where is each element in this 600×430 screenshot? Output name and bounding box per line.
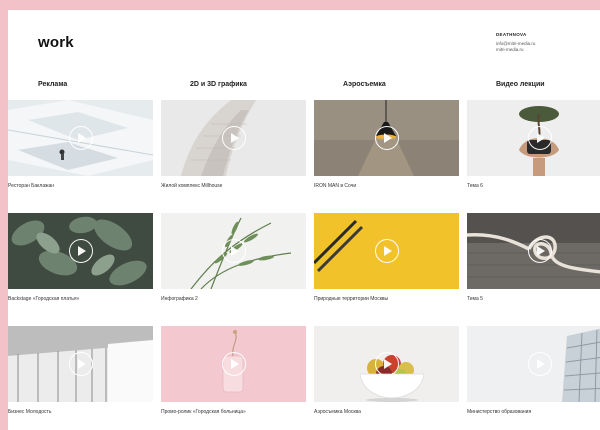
contact-title: DEATHNOVA bbox=[496, 32, 527, 37]
video-card[interactable]: Тема 6 bbox=[467, 100, 600, 198]
play-icon bbox=[231, 246, 239, 256]
play-icon bbox=[537, 359, 545, 369]
video-card[interactable]: Аэросъемка Москва bbox=[314, 326, 459, 424]
play-button[interactable] bbox=[69, 352, 93, 376]
category-header-row: Реклама 2D и 3D графика Аэросъемка Видео… bbox=[8, 81, 600, 93]
video-title[interactable]: Природные территории Москвы bbox=[314, 296, 388, 302]
video-card[interactable]: Министерство образования bbox=[467, 326, 600, 424]
video-title[interactable]: Тема 6 bbox=[467, 183, 483, 189]
play-icon bbox=[231, 359, 239, 369]
video-thumbnail[interactable] bbox=[467, 213, 600, 289]
play-button[interactable] bbox=[69, 126, 93, 150]
video-thumbnail[interactable] bbox=[467, 326, 600, 402]
play-icon bbox=[384, 359, 392, 369]
category-lectures[interactable]: Видео лекции bbox=[496, 81, 545, 88]
play-icon bbox=[384, 246, 392, 256]
play-icon bbox=[231, 133, 239, 143]
video-card[interactable]: Бизнес Молодость bbox=[8, 326, 153, 424]
video-title[interactable]: Промо-ролик «Городская больница» bbox=[161, 409, 246, 415]
contact-block: DEATHNOVA info@mitri-media.ru mitri-medi… bbox=[496, 32, 535, 53]
play-icon bbox=[78, 359, 86, 369]
play-button[interactable] bbox=[222, 126, 246, 150]
video-card[interactable]: IRON MAN в Сочи bbox=[314, 100, 459, 198]
video-title[interactable]: Бизнес Молодость bbox=[8, 409, 51, 415]
play-button[interactable] bbox=[222, 239, 246, 263]
contact-site[interactable]: mitri-media.ru bbox=[496, 47, 535, 53]
play-button[interactable] bbox=[375, 239, 399, 263]
video-title[interactable]: Backstage «Городская платья» bbox=[8, 296, 79, 302]
video-title[interactable]: IRON MAN в Сочи bbox=[314, 183, 356, 189]
category-advertising[interactable]: Реклама bbox=[38, 81, 67, 88]
play-button[interactable] bbox=[528, 352, 552, 376]
video-thumbnail[interactable] bbox=[314, 326, 459, 402]
video-title[interactable]: Ресторан Баклажан bbox=[8, 183, 54, 189]
play-icon bbox=[537, 133, 545, 143]
video-card[interactable]: Тема 5 bbox=[467, 213, 600, 311]
video-thumbnail[interactable] bbox=[8, 326, 153, 402]
video-card[interactable]: Backstage «Городская платья» bbox=[8, 213, 153, 311]
video-thumbnail[interactable] bbox=[8, 100, 153, 176]
play-icon bbox=[78, 133, 86, 143]
video-title[interactable]: Аэросъемка Москва bbox=[314, 409, 361, 415]
video-thumbnail[interactable] bbox=[161, 100, 306, 176]
play-button[interactable] bbox=[375, 126, 399, 150]
video-thumbnail[interactable] bbox=[8, 213, 153, 289]
play-button[interactable] bbox=[375, 352, 399, 376]
video-thumbnail[interactable] bbox=[467, 100, 600, 176]
play-button[interactable] bbox=[69, 239, 93, 263]
category-aerial[interactable]: Аэросъемка bbox=[343, 81, 386, 88]
video-card[interactable]: Жилой комплекс Millhouse bbox=[161, 100, 306, 198]
video-card[interactable]: Промо-ролик «Городская больница» bbox=[161, 326, 306, 424]
video-card[interactable]: Природные территории Москвы bbox=[314, 213, 459, 311]
video-card[interactable]: Ресторан Баклажан bbox=[8, 100, 153, 198]
play-button[interactable] bbox=[528, 239, 552, 263]
video-thumbnail[interactable] bbox=[161, 213, 306, 289]
video-card[interactable]: Инфографика 2 bbox=[161, 213, 306, 311]
video-title[interactable]: Инфографика 2 bbox=[161, 296, 198, 302]
play-icon bbox=[78, 246, 86, 256]
play-icon bbox=[537, 246, 545, 256]
video-thumbnail[interactable] bbox=[161, 326, 306, 402]
play-button[interactable] bbox=[528, 126, 552, 150]
play-icon bbox=[384, 133, 392, 143]
site-logo[interactable]: work bbox=[38, 34, 74, 51]
play-button[interactable] bbox=[222, 352, 246, 376]
video-title[interactable]: Жилой комплекс Millhouse bbox=[161, 183, 222, 189]
video-title[interactable]: Тема 5 bbox=[467, 296, 483, 302]
portfolio-page: work DEATHNOVA info@mitri-media.ru mitri… bbox=[8, 10, 600, 430]
video-thumbnail[interactable] bbox=[314, 213, 459, 289]
video-thumbnail[interactable] bbox=[314, 100, 459, 176]
video-title[interactable]: Министерство образования bbox=[467, 409, 531, 415]
category-graphics[interactable]: 2D и 3D графика bbox=[190, 81, 247, 88]
